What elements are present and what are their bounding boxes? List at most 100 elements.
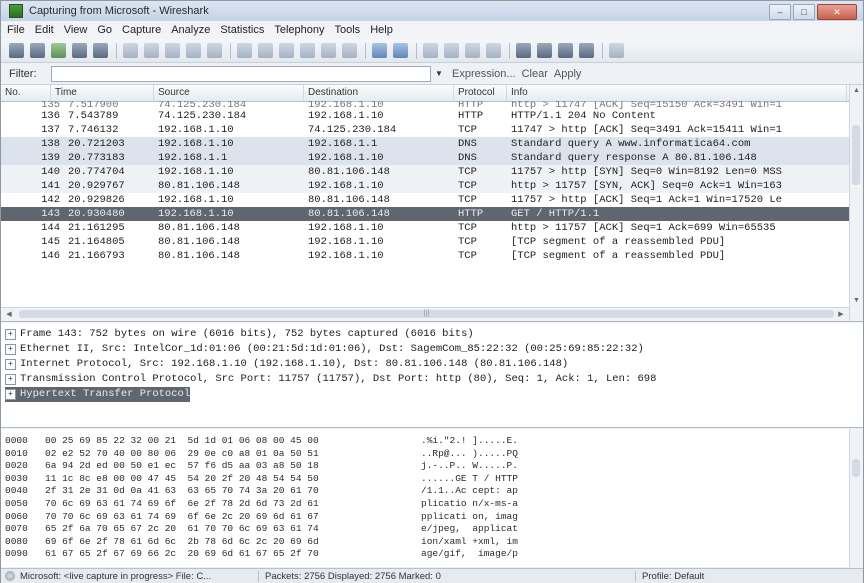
go-forward-icon[interactable] [279,43,294,58]
menu-file[interactable]: File [7,24,25,36]
packet-row[interactable]: 143 20.930480 192.168.1.10 80.81.106.148 HTT… [1,207,849,221]
packet-row[interactable]: 142 20.929826 192.168.1.10 80.81.106.148 TCP… [1,193,849,207]
hex-ascii: ..Rp@... ).....PQ [421,447,518,459]
hex-row[interactable]: 0090 61 67 65 2f 67 69 66 2c 20 69 6d 61 … [5,548,621,559]
stop-capture-icon[interactable] [72,43,87,58]
filter-input[interactable] [51,65,431,82]
menu-tools[interactable]: Tools [335,24,361,36]
column-source[interactable]: Source [154,85,304,101]
column-protocol[interactable]: Protocol [454,85,507,101]
go-to-packet-icon[interactable] [300,43,315,58]
expand-icon[interactable]: + [5,329,16,340]
menu-capture[interactable]: Capture [122,24,161,36]
bytes-vertical-scrollbar[interactable] [849,429,863,567]
detail-tree-item[interactable]: + Ethernet II, Src: IntelCor_1d:01:06 (00… [5,342,644,357]
menu-statistics[interactable]: Statistics [220,24,264,36]
hex-row[interactable]: 0060 70 70 6c 69 63 61 74 69 6f 6e 2c 20 … [5,511,621,522]
display-filters-icon[interactable] [537,43,552,58]
hex-row[interactable]: 0040 2f 31 2e 31 0d 0a 41 63 63 65 70 74 … [5,485,621,496]
expression-button[interactable]: Expression... [452,68,516,80]
menu-go[interactable]: Go [97,24,112,36]
scroll-thumb[interactable] [852,459,860,477]
detail-tree-item[interactable]: + Frame 143: 752 bytes on wire (6016 bits… [5,327,474,342]
expand-icon[interactable]: + [5,374,16,385]
column-no[interactable]: No. [1,85,51,101]
packet-row[interactable]: 141 20.929767 80.81.106.148 192.168.1.10 TCP… [1,179,849,193]
expand-icon[interactable]: + [5,359,16,370]
expand-icon[interactable]: + [5,389,16,400]
print-icon[interactable] [207,43,222,58]
auto-scroll-icon[interactable] [393,43,408,58]
packet-list-horizontal-scrollbar[interactable]: ◀ ||| ▶ [1,307,849,321]
hex-row[interactable]: 0010 02 e2 52 70 40 00 80 06 29 0e c0 a8 … [5,448,621,459]
packet-row[interactable]: 146 21.166793 80.81.106.148 192.168.1.10 TCP… [1,249,849,263]
help-icon[interactable] [609,43,624,58]
colorize-icon[interactable] [372,43,387,58]
scroll-right-icon[interactable]: ▶ [835,308,847,321]
go-last-icon[interactable] [342,43,357,58]
column-time[interactable]: Time [51,85,154,101]
save-file-icon[interactable] [144,43,159,58]
interface-list-icon[interactable] [9,43,24,58]
detail-tree-item[interactable]: + Internet Protocol, Src: 192.168.1.10 (1… [5,357,568,372]
column-info[interactable]: Info [507,85,847,101]
packet-row[interactable]: 136 7.543789 74.125.230.184 192.168.1.10 HTT… [1,109,849,123]
expand-icon[interactable]: + [5,344,16,355]
toolbar-separator [416,42,417,59]
menu-help[interactable]: Help [370,24,393,36]
menu-analyze[interactable]: Analyze [171,24,210,36]
zoom-in-icon[interactable] [423,43,438,58]
hex-ascii: ion/xaml +xml, im [421,535,518,547]
menu-view[interactable]: View [64,24,88,36]
status-profile[interactable]: Profile: Default [635,570,704,582]
minimize-button[interactable]: – [769,4,791,20]
packet-row[interactable]: 139 20.773183 192.168.1.1 192.168.1.10 DNS St… [1,151,849,165]
scroll-left-icon[interactable]: ◀ [3,308,15,321]
packet-time: 21.166793 [68,250,125,262]
packet-row[interactable]: 140 20.774704 192.168.1.10 80.81.106.148 TCP… [1,165,849,179]
capture-filters-icon[interactable] [516,43,531,58]
menu-telephony[interactable]: Telephony [274,24,324,36]
coloring-rules-icon[interactable] [558,43,573,58]
packet-row-partial[interactable]: 135 7.517900 74.125.230.184 192.168.1.10… [1,101,849,109]
hex-ascii: pplicati on, imag [421,510,518,522]
packet-row[interactable]: 138 20.721203 192.168.1.10 192.168.1.1 DNS St… [1,137,849,151]
preferences-icon[interactable] [579,43,594,58]
close-button[interactable]: ✕ [817,4,857,20]
scroll-thumb[interactable] [852,125,860,185]
go-back-icon[interactable] [258,43,273,58]
start-capture-icon[interactable] [51,43,66,58]
hex-row[interactable]: 0070 65 2f 6a 70 65 67 2c 20 61 70 70 6c … [5,523,621,534]
find-packet-icon[interactable] [237,43,252,58]
close-file-icon[interactable] [165,43,180,58]
packet-row[interactable]: 145 21.164805 80.81.106.148 192.168.1.10 TCP… [1,235,849,249]
zoom-out-icon[interactable] [444,43,459,58]
zoom-normal-icon[interactable] [465,43,480,58]
menu-edit[interactable]: Edit [35,24,54,36]
packet-row[interactable]: 144 21.161295 80.81.106.148 192.168.1.10 TCP… [1,221,849,235]
apply-button[interactable]: Apply [554,68,582,80]
column-destination[interactable]: Destination [304,85,454,101]
clear-button[interactable]: Clear [522,68,548,80]
hex-row[interactable]: 0020 6a 94 2d ed 00 50 e1 ec 57 f6 d5 aa … [5,460,621,471]
hex-row[interactable]: 0080 69 6f 6e 2f 78 61 6d 6c 2b 78 6d 6c … [5,536,621,547]
detail-tree-item[interactable]: + Hypertext Transfer Protocol [5,387,191,402]
packet-row[interactable]: 137 7.746132 192.168.1.10 74.125.230.184 TCP… [1,123,849,137]
maximize-button[interactable]: □ [793,4,815,20]
hex-row[interactable]: 0050 70 6c 69 63 61 74 69 6f 6e 2f 78 2d … [5,498,621,509]
hex-row[interactable]: 0030 11 1c 8c e8 00 00 47 45 54 20 2f 20 … [5,473,621,484]
scroll-up-icon[interactable]: ▲ [850,85,863,97]
scroll-down-icon[interactable]: ▼ [850,295,863,307]
expert-info-icon[interactable] [5,571,15,581]
hex-row[interactable]: 0000 00 25 69 85 22 32 00 21 5d 1d 01 06 … [5,435,621,446]
scroll-thumb[interactable]: ||| [19,310,834,318]
restart-capture-icon[interactable] [93,43,108,58]
open-file-icon[interactable] [123,43,138,58]
capture-options-icon[interactable] [30,43,45,58]
go-first-icon[interactable] [321,43,336,58]
filter-dropdown-icon[interactable]: ▼ [432,66,446,82]
detail-tree-item[interactable]: + Transmission Control Protocol, Src Port… [5,372,656,387]
resize-columns-icon[interactable] [486,43,501,58]
reload-icon[interactable] [186,43,201,58]
packet-list-vertical-scrollbar[interactable]: ▲ ▼ [849,85,863,321]
